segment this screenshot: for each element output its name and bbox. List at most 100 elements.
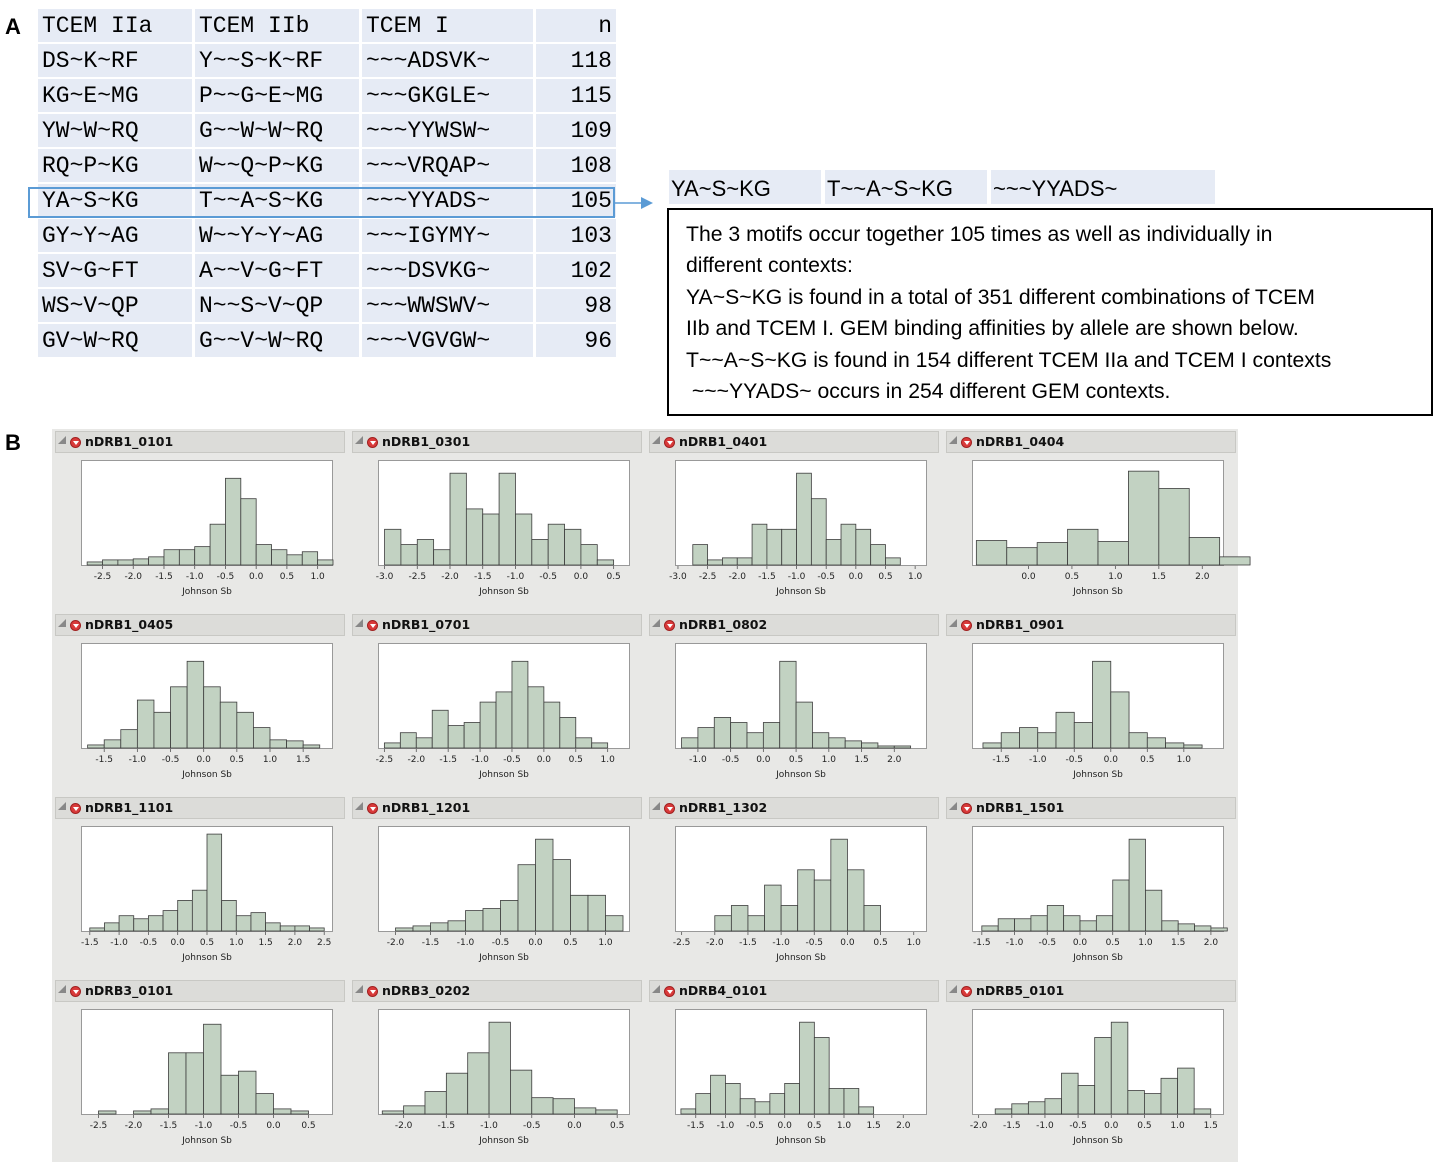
histogram-panel: nDRB3_0101 -2.5 -2.0 -1.5 -1.0 -0.5 0.0 0.5 John… [52, 978, 349, 1161]
cell-tcem-i: ~~~WWSWV~ [362, 289, 533, 322]
histogram-bar [279, 925, 296, 932]
histogram-bar [780, 905, 799, 932]
histogram-bar [255, 544, 272, 566]
histogram-bar [813, 879, 832, 932]
x-tick-label: 0.5 [1065, 572, 1079, 582]
x-tick-label: -2.5 [408, 572, 426, 582]
x-tick-label: -1.0 [507, 572, 525, 582]
histogram-bar [695, 1093, 711, 1115]
histogram-panel: nDRB4_0101 -1.5 -1.0 -0.5 0.0 0.5 1.0 1.5 2.0 Joh… [646, 978, 943, 1161]
x-tick-label: -2.0 [706, 938, 724, 948]
histogram-bar [828, 1088, 845, 1115]
histogram-bar [527, 686, 545, 749]
x-axis-label: Johnson Sb [181, 770, 232, 780]
histogram-bar [1219, 556, 1251, 566]
histogram-bar [286, 740, 304, 749]
cell-tcem-iib: W~~Y~Y~AG [195, 219, 359, 252]
cell-tcem-iia: GY~Y~AG [38, 219, 192, 252]
cell-n: 103 [536, 219, 616, 252]
note-line: T~~A~S~KG is found in 154 different TCEM… [686, 348, 1332, 372]
histogram-bar [488, 1021, 511, 1115]
histogram-bar [168, 1052, 187, 1115]
histogram-panel: nDRB1_0401 -3.0 -2.5 -2.0 -1.5 -1.0 -0.5 0.0 0.5… [646, 429, 943, 612]
x-axis-label: Johnson Sb [181, 1136, 232, 1146]
x-tick-label: -0.5 [1069, 1121, 1087, 1131]
histogram-bar [479, 701, 497, 749]
x-tick-label: -2.0 [728, 572, 746, 582]
x-tick-label: -2.0 [125, 1121, 143, 1131]
x-tick-label: -1.0 [1036, 1121, 1054, 1131]
x-tick-label: -0.5 [817, 572, 835, 582]
x-tick-label: -2.0 [395, 1121, 413, 1131]
histogram-svg: -2.5 -2.0 -1.5 -1.0 -0.5 0.0 0.5 1.0 Johnson Sb [673, 838, 921, 963]
x-tick-label: 1.5 [854, 755, 868, 765]
histogram-bar [1095, 915, 1114, 932]
histogram-bar [1030, 915, 1048, 932]
histogram-panel: nDRB1_0901 -1.5 -1.0 -0.5 0.0 0.5 1.0 Johnson S… [943, 612, 1240, 795]
histogram-panel: nDRB1_1201 -2.0 -1.5 -1.0 -0.5 0.0 0.5 1.0 Johns… [349, 795, 646, 978]
histogram-bar [1165, 742, 1185, 749]
histogram-bar [309, 927, 325, 932]
x-tick-label: -2.0 [407, 755, 425, 765]
cell-tcem-iia: DS~K~RF [38, 44, 192, 77]
x-tick-label: 2.0 [1195, 572, 1210, 582]
histogram-bar [265, 922, 281, 932]
x-tick-label: 1.5 [1204, 1121, 1218, 1131]
histogram-bar [574, 1107, 597, 1115]
histogram-bar [531, 1097, 554, 1115]
histogram-panel: nDRB1_1101 -1.5 -1.0 -0.5 0.0 0.5 1.0 1.5 2.0 2.5… [52, 795, 349, 978]
x-tick-label: 1.0 [837, 1121, 852, 1131]
histogram-bar [447, 920, 466, 932]
histogram-svg: -2.5 -2.0 -1.5 -1.0 -0.5 0.0 0.5 1.0 Johnson Sb [376, 660, 616, 780]
histogram-bar [535, 838, 554, 932]
x-tick-label: 0.5 [200, 938, 214, 948]
connector-arrow [615, 197, 653, 209]
note-line: The 3 motifs occur together 105 times as… [686, 223, 1273, 246]
x-axis-label: Johnson Sb [181, 587, 232, 597]
histogram-bar [710, 1074, 726, 1115]
x-tick-label: 0.0 [756, 755, 771, 765]
histogram-bar [384, 528, 402, 566]
histogram-bar [1210, 927, 1228, 932]
x-tick-label: 2.0 [887, 755, 902, 765]
histogram-bar [430, 922, 449, 932]
x-tick-label: 0.0 [778, 1121, 793, 1131]
histogram-bar [779, 660, 797, 749]
x-tick-label: -3.0 [376, 572, 394, 582]
x-tick-label: 0.0 [840, 938, 855, 948]
x-tick-label: 0.5 [789, 755, 803, 765]
histogram-bar [221, 900, 237, 932]
cell-tcem-iib: N~~S~V~QP [195, 289, 359, 322]
histogram-bar [697, 727, 715, 749]
histogram-bar [797, 869, 815, 932]
histogram-bar [177, 900, 193, 932]
histogram-bar [580, 544, 598, 566]
x-tick-label: -1.0 [110, 938, 128, 948]
x-tick-label: 2.0 [1204, 938, 1219, 948]
x-tick-label: 1.0 [1108, 572, 1123, 582]
histogram-bar [692, 544, 709, 566]
histogram-bar [766, 528, 783, 566]
histogram-bar [118, 915, 135, 932]
histogram-bar [255, 1093, 274, 1115]
histogram-bar [178, 549, 196, 566]
x-tick-label: 1.0 [601, 755, 616, 765]
x-tick-label: -1.0 [195, 1121, 213, 1131]
x-axis-label: Johnson Sb [1072, 953, 1123, 963]
histogram-bar [784, 1083, 800, 1115]
histogram-panel: nDRB1_1302 -2.5 -2.0 -1.5 -1.0 -0.5 0.0 0.5 1.0 J… [646, 795, 943, 978]
x-tick-label: -1.0 [186, 572, 204, 582]
histogram-bar [1006, 547, 1038, 566]
histogram-bar [730, 905, 749, 932]
histogram-bar [269, 739, 287, 749]
histogram-bar [1110, 1021, 1129, 1115]
cell-tcem-i: ~~~GKGLE~ [362, 79, 533, 112]
histogram-bar [810, 498, 827, 566]
table-row: YW~W~RQ G~~W~W~RQ ~~~YYWSW~ 109 [38, 114, 616, 147]
x-tick-label: -0.5 [162, 755, 180, 765]
histogram-bar [209, 523, 226, 566]
histogram-bar [1145, 889, 1163, 932]
x-tick-label: -0.5 [140, 938, 158, 948]
x-tick-label: -1.0 [689, 755, 707, 765]
histogram-bar [400, 544, 418, 566]
